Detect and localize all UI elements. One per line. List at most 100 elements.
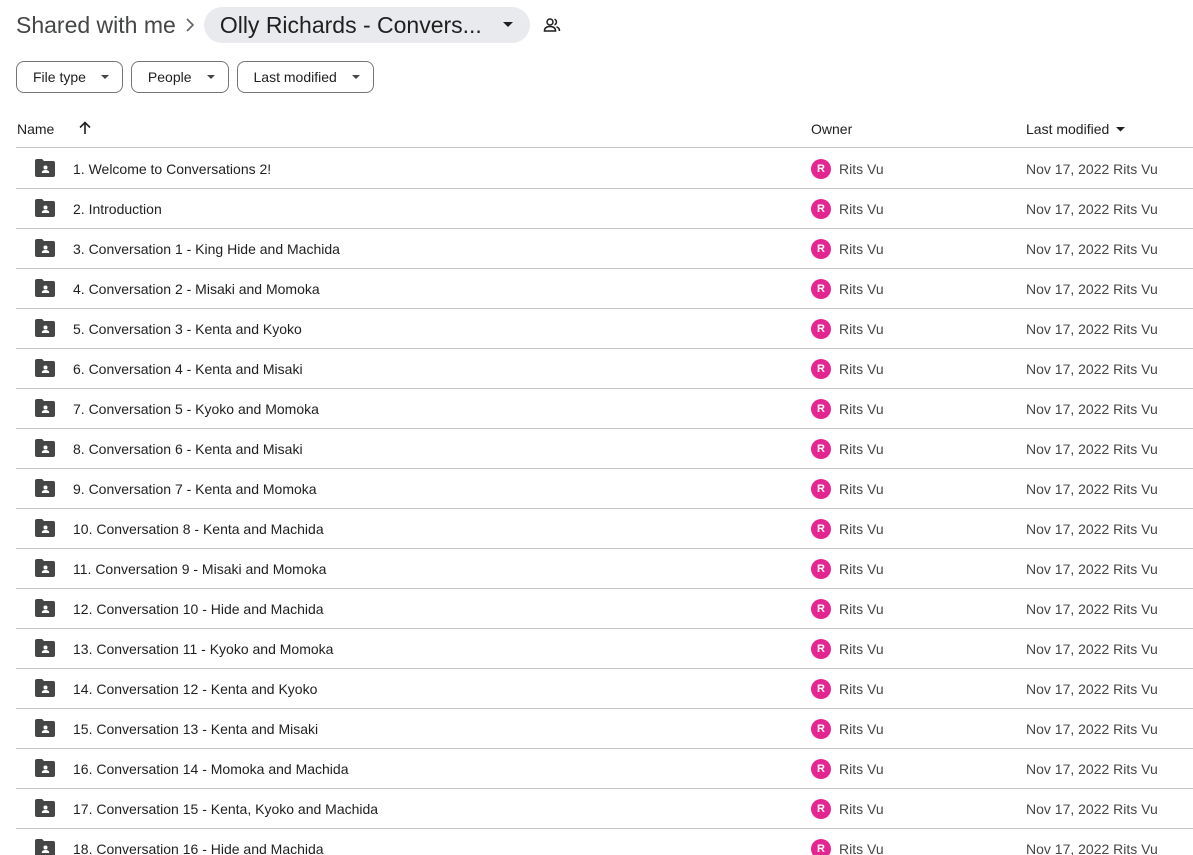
file-name: 3. Conversation 1 - King Hide and Machid… bbox=[73, 241, 340, 257]
table-row[interactable]: 10. Conversation 8 - Kenta and Machida R R… bbox=[16, 509, 1193, 549]
last-modified: Nov 17, 2022 Rits Vu bbox=[1026, 281, 1158, 297]
file-name: 18. Conversation 16 - Hide and Machida bbox=[73, 841, 324, 855]
last-modified: Nov 17, 2022 Rits Vu bbox=[1026, 521, 1158, 537]
owner-name: Rits Vu bbox=[839, 161, 884, 177]
owner-name: Rits Vu bbox=[839, 681, 884, 697]
owner-name: Rits Vu bbox=[839, 241, 884, 257]
column-header-last-modified[interactable]: Last modified bbox=[1026, 121, 1125, 137]
owner-name: Rits Vu bbox=[839, 841, 884, 855]
file-name: 17. Conversation 15 - Kenta, Kyoko and M… bbox=[73, 801, 379, 817]
breadcrumb-shared-with-me[interactable]: Shared with me bbox=[16, 10, 176, 41]
shared-folder-icon bbox=[35, 639, 55, 659]
avatar: R bbox=[811, 359, 831, 379]
filter-file-type-label: File type bbox=[33, 69, 86, 85]
table-row[interactable]: 11. Conversation 9 - Misaki and Momoka R R… bbox=[16, 549, 1193, 589]
owner-name: Rits Vu bbox=[839, 281, 884, 297]
caret-down-icon bbox=[1115, 124, 1125, 134]
last-modified: Nov 17, 2022 Rits Vu bbox=[1026, 801, 1158, 817]
breadcrumb-current-folder[interactable]: Olly Richards - Convers... bbox=[203, 7, 530, 43]
owner-name: Rits Vu bbox=[839, 601, 884, 617]
owner-name: Rits Vu bbox=[839, 481, 884, 497]
table-row[interactable]: 13. Conversation 11 - Kyoko and Momoka R R… bbox=[16, 629, 1193, 669]
owner-name: Rits Vu bbox=[839, 761, 884, 777]
last-modified: Nov 17, 2022 Rits Vu bbox=[1026, 161, 1158, 177]
shared-folder-icon bbox=[35, 599, 55, 619]
file-name: 5. Conversation 3 - Kenta and Kyoko bbox=[73, 321, 302, 337]
shared-folder-icon bbox=[35, 159, 55, 179]
file-name: 14. Conversation 12 - Kenta and Kyoko bbox=[73, 681, 318, 697]
avatar: R bbox=[811, 399, 831, 419]
shared-folder-icon bbox=[35, 439, 55, 459]
last-modified: Nov 17, 2022 Rits Vu bbox=[1026, 761, 1158, 777]
file-name: 15. Conversation 13 - Kenta and Misaki bbox=[73, 721, 319, 737]
shared-folder-icon bbox=[35, 839, 55, 855]
table-row[interactable]: 6. Conversation 4 - Kenta and Misaki R Rit… bbox=[16, 349, 1193, 389]
table-row[interactable]: 17. Conversation 15 - Kenta, Kyoko and M… bbox=[16, 789, 1193, 829]
avatar: R bbox=[811, 159, 831, 179]
last-modified: Nov 17, 2022 Rits Vu bbox=[1026, 641, 1158, 657]
people-icon[interactable] bbox=[542, 15, 562, 35]
file-name: 1. Welcome to Conversations 2! bbox=[73, 161, 272, 177]
last-modified: Nov 17, 2022 Rits Vu bbox=[1026, 721, 1158, 737]
table-row[interactable]: 8. Conversation 6 - Kenta and Misaki R Rit… bbox=[16, 429, 1193, 469]
owner-name: Rits Vu bbox=[839, 561, 884, 577]
filter-file-type[interactable]: File type bbox=[16, 61, 123, 93]
avatar: R bbox=[811, 439, 831, 459]
owner-name: Rits Vu bbox=[839, 321, 884, 337]
owner-name: Rits Vu bbox=[839, 441, 884, 457]
avatar: R bbox=[811, 559, 831, 579]
shared-folder-icon bbox=[35, 479, 55, 499]
filter-last-modified[interactable]: Last modified bbox=[236, 61, 374, 93]
file-list: 1. Welcome to Conversations 2! R Rits Vu No… bbox=[16, 149, 1193, 855]
avatar: R bbox=[811, 239, 831, 259]
avatar: R bbox=[811, 519, 831, 539]
last-modified: Nov 17, 2022 Rits Vu bbox=[1026, 201, 1158, 217]
table-row[interactable]: 16. Conversation 14 - Momoka and Machida… bbox=[16, 749, 1193, 789]
column-header-name[interactable]: Name bbox=[17, 121, 54, 137]
arrow-up-icon[interactable] bbox=[76, 119, 94, 137]
table-row[interactable]: 9. Conversation 7 - Kenta and Momoka R Rit… bbox=[16, 469, 1193, 509]
table-row[interactable]: 18. Conversation 16 - Hide and Machida R R… bbox=[16, 829, 1193, 855]
caret-down-icon bbox=[502, 19, 514, 31]
last-modified: Nov 17, 2022 Rits Vu bbox=[1026, 401, 1158, 417]
owner-name: Rits Vu bbox=[839, 721, 884, 737]
last-modified: Nov 17, 2022 Rits Vu bbox=[1026, 561, 1158, 577]
file-name: 7. Conversation 5 - Kyoko and Momoka bbox=[73, 401, 319, 417]
last-modified: Nov 17, 2022 Rits Vu bbox=[1026, 361, 1158, 377]
table-row[interactable]: 15. Conversation 13 - Kenta and Misaki R R… bbox=[16, 709, 1193, 749]
file-name: 11. Conversation 9 - Misaki and Momoka bbox=[73, 561, 327, 577]
table-row[interactable]: 4. Conversation 2 - Misaki and Momoka R Ri… bbox=[16, 269, 1193, 309]
last-modified: Nov 17, 2022 Rits Vu bbox=[1026, 681, 1158, 697]
avatar: R bbox=[811, 719, 831, 739]
table-header: Name Owner Last modified bbox=[16, 110, 1193, 148]
owner-name: Rits Vu bbox=[839, 641, 884, 657]
avatar: R bbox=[811, 759, 831, 779]
shared-folder-icon bbox=[35, 199, 55, 219]
caret-down-icon bbox=[100, 72, 110, 82]
table-row[interactable]: 7. Conversation 5 - Kyoko and Momoka R Rit… bbox=[16, 389, 1193, 429]
avatar: R bbox=[811, 479, 831, 499]
table-row[interactable]: 2. Introduction R Rits Vu Nov 17, 2022 Rits… bbox=[16, 189, 1193, 229]
file-name: 2. Introduction bbox=[73, 201, 162, 217]
avatar: R bbox=[811, 639, 831, 659]
shared-folder-icon bbox=[35, 239, 55, 259]
owner-name: Rits Vu bbox=[839, 361, 884, 377]
shared-folder-icon bbox=[35, 359, 55, 379]
avatar: R bbox=[811, 279, 831, 299]
last-modified: Nov 17, 2022 Rits Vu bbox=[1026, 601, 1158, 617]
owner-name: Rits Vu bbox=[839, 521, 884, 537]
shared-folder-icon bbox=[35, 319, 55, 339]
table-row[interactable]: 5. Conversation 3 - Kenta and Kyoko R Rits… bbox=[16, 309, 1193, 349]
table-row[interactable]: 3. Conversation 1 - King Hide and Machid… bbox=[16, 229, 1193, 269]
avatar: R bbox=[811, 599, 831, 619]
table-row[interactable]: 1. Welcome to Conversations 2! R Rits Vu No… bbox=[16, 149, 1193, 189]
table-row[interactable]: 14. Conversation 12 - Kenta and Kyoko R Ri… bbox=[16, 669, 1193, 709]
file-name: 12. Conversation 10 - Hide and Machida bbox=[73, 601, 324, 617]
table-row[interactable]: 12. Conversation 10 - Hide and Machida R R… bbox=[16, 589, 1193, 629]
filter-people[interactable]: People bbox=[130, 61, 229, 93]
file-name: 8. Conversation 6 - Kenta and Misaki bbox=[73, 441, 303, 457]
filter-last-modified-label: Last modified bbox=[253, 69, 337, 85]
shared-folder-icon bbox=[35, 519, 55, 539]
file-name: 9. Conversation 7 - Kenta and Momoka bbox=[73, 481, 317, 497]
shared-folder-icon bbox=[35, 279, 55, 299]
